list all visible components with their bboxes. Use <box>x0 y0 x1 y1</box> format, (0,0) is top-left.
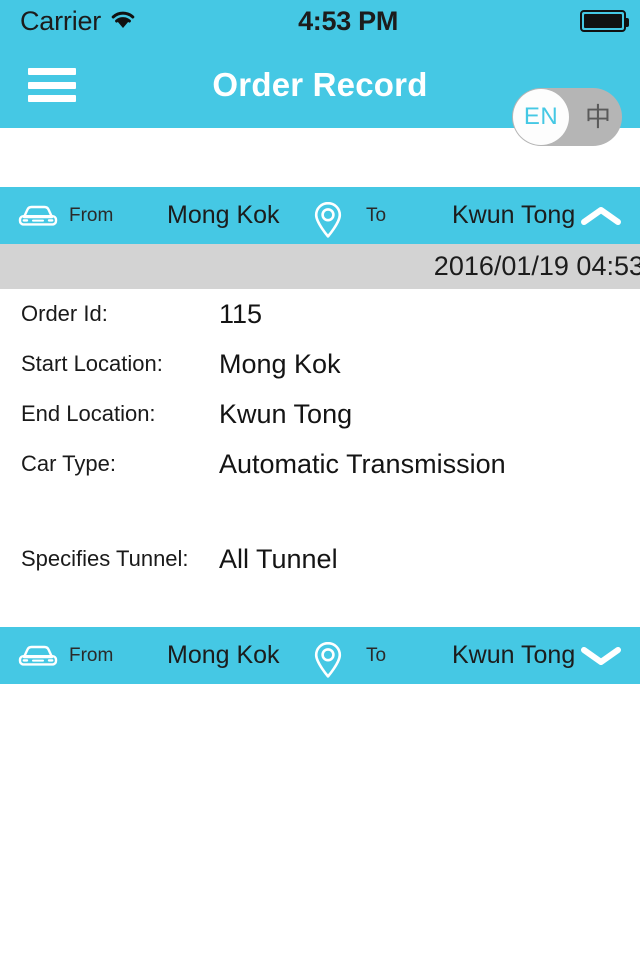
detail-value: Automatic Transmission <box>219 449 506 479</box>
detail-value: All Tunnel <box>219 544 338 574</box>
detail-row-start-location: Start Location: Mong Kok <box>0 339 640 389</box>
detail-value: Mong Kok <box>219 349 341 379</box>
carrier-label: Carrier <box>20 5 102 36</box>
from-label: From <box>69 645 114 666</box>
detail-row-car-type: Car Type: Automatic Transmission <box>0 439 640 489</box>
detail-row-specifies-tunnel: Specifies Tunnel: All Tunnel <box>0 534 640 584</box>
language-option-english[interactable]: EN <box>513 89 569 145</box>
chevron-up-icon[interactable] <box>578 203 624 234</box>
car-front-icon <box>17 202 59 235</box>
order-timestamp: 2016/01/19 04:53 <box>433 251 640 281</box>
to-label: To <box>366 205 387 226</box>
detail-value: 115 <box>219 299 263 329</box>
detail-label: End Location: <box>21 401 156 426</box>
from-value: Mong Kok <box>167 641 280 669</box>
battery-fill <box>584 14 622 28</box>
chevron-down-icon[interactable] <box>578 643 624 674</box>
nav-bar: Order Record 中 EN <box>0 42 640 146</box>
language-option-chinese[interactable]: 中 <box>585 88 611 146</box>
order-timestamp-bar: 2016/01/19 04:53 <box>0 244 640 289</box>
detail-label: Start Location: <box>21 351 163 376</box>
battery-full-icon <box>580 10 629 32</box>
status-bar-right <box>580 10 629 32</box>
detail-label: Specifies Tunnel: <box>21 546 189 571</box>
to-value: Kwun Tong <box>452 641 576 669</box>
from-label: From <box>69 205 114 226</box>
car-front-icon <box>17 642 59 675</box>
map-pin-icon <box>312 200 344 245</box>
map-pin-icon <box>312 640 344 685</box>
order-row-header[interactable]: From Mong Kok To Kwun Tong <box>0 627 640 684</box>
detail-label: Order Id: <box>21 301 108 326</box>
language-toggle[interactable]: 中 EN <box>512 88 622 146</box>
detail-row-end-location: End Location: Kwun Tong <box>0 389 640 439</box>
detail-row-spacer <box>0 489 640 534</box>
to-label: To <box>366 645 387 666</box>
from-value: Mong Kok <box>167 201 280 229</box>
detail-row-order-id: Order Id: 115 <box>0 289 640 339</box>
detail-value: Kwun Tong <box>219 399 353 429</box>
battery-nub <box>626 18 629 27</box>
detail-label: Car Type: <box>21 451 116 476</box>
order-detail-list: Order Id: 115 Start Location: Mong Kok E… <box>0 289 640 584</box>
order-row-header[interactable]: From Mong Kok To Kwun Tong <box>0 187 640 244</box>
status-bar: Carrier 4:53 PM <box>0 0 640 42</box>
status-bar-clock: 4:53 PM <box>298 5 399 36</box>
to-value: Kwun Tong <box>452 201 576 229</box>
